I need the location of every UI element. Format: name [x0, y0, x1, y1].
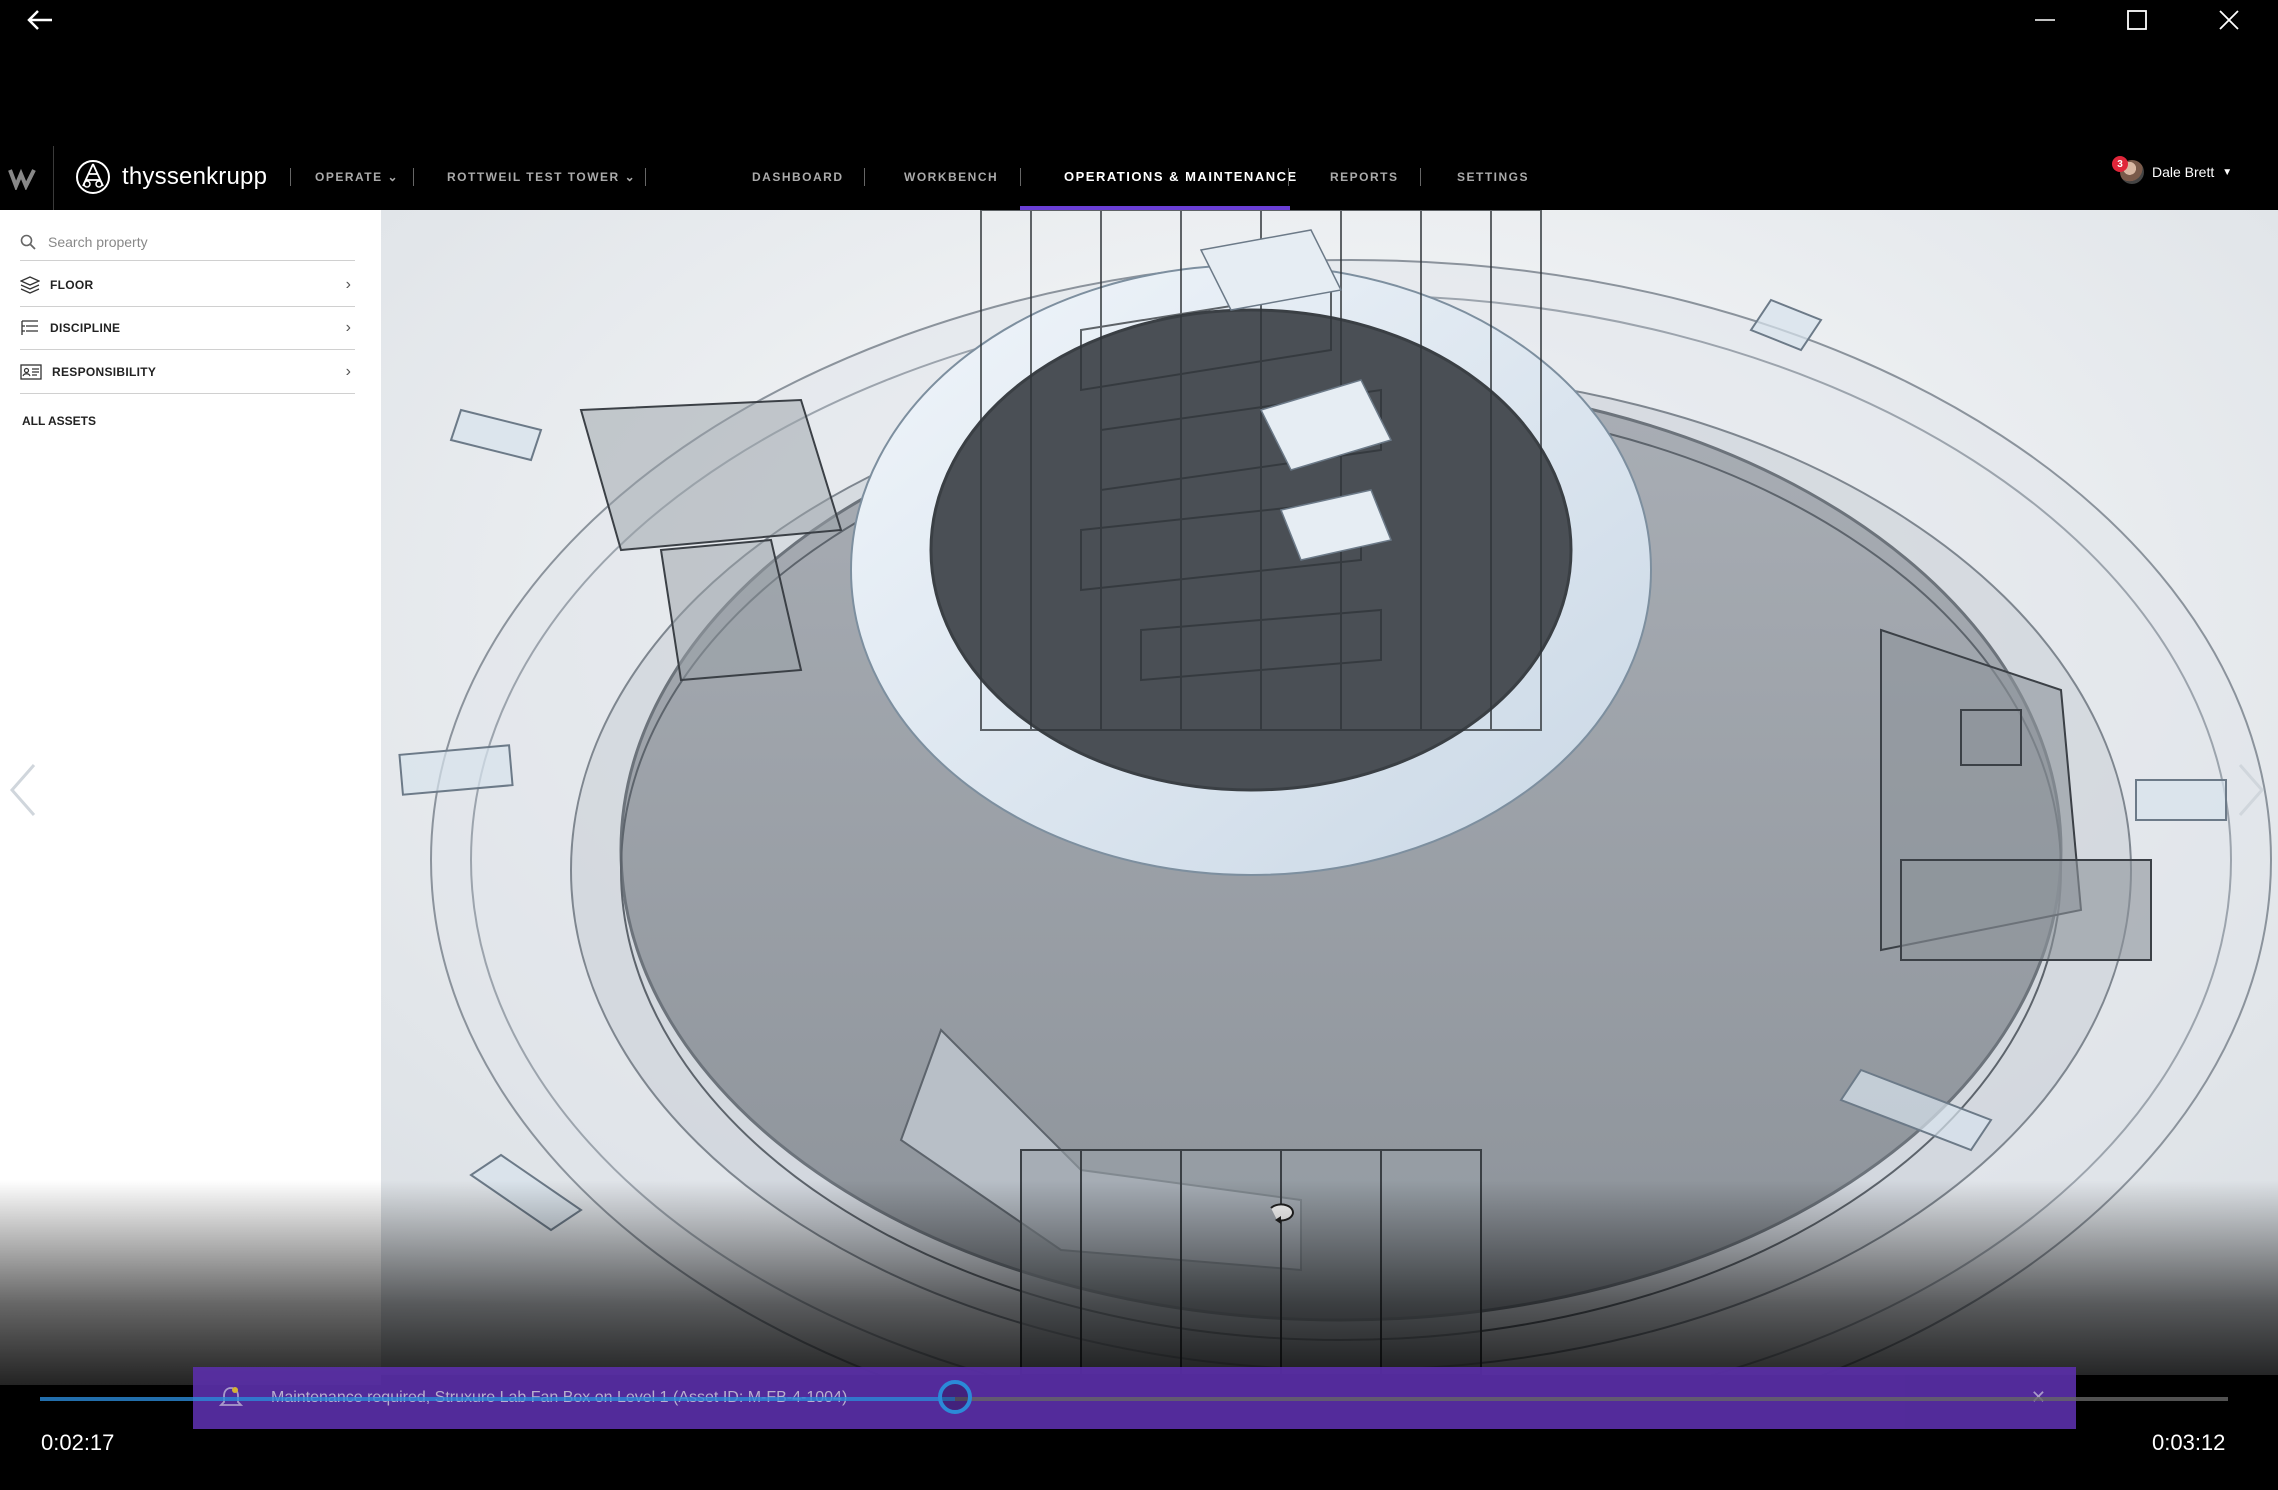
nav-property-dropdown[interactable]: ROTTWEIL TEST TOWER ⌄ — [447, 168, 636, 186]
maximize-icon — [2127, 10, 2147, 30]
notification-badge: 3 — [2112, 156, 2128, 172]
previous-arrow-icon[interactable] — [4, 760, 44, 820]
building-3d-model[interactable] — [381, 210, 2278, 1375]
property-search — [20, 224, 355, 261]
maximize-button[interactable] — [2092, 0, 2182, 40]
divider — [1420, 168, 1421, 186]
list-tree-icon — [21, 320, 38, 335]
filter-responsibility[interactable]: RESPONSIBILITY › — [20, 351, 355, 394]
tab-workbench[interactable]: WORKBENCH — [904, 168, 998, 186]
layers-icon — [20, 276, 40, 294]
video-seek-bar[interactable] — [40, 1397, 2228, 1401]
sidebar: FLOOR › DISCIPLINE › RESPONSIBILITY › AL… — [0, 210, 381, 1385]
seek-progress — [40, 1397, 955, 1401]
total-time: 0:03:12 — [2152, 1430, 2226, 1455]
close-window-button[interactable] — [2184, 0, 2274, 40]
back-button[interactable] — [0, 0, 80, 40]
divider — [645, 168, 646, 186]
minimize-icon — [2035, 19, 2055, 21]
thyssenkrupp-logo-icon — [76, 160, 110, 194]
divider — [53, 146, 54, 210]
filter-floor[interactable]: FLOOR › — [20, 264, 355, 307]
current-time: 0:02:17 — [41, 1430, 115, 1455]
brand-logo[interactable]: thyssenkrupp — [74, 158, 267, 196]
chevron-down-icon: ⌄ — [387, 170, 400, 184]
search-icon — [20, 234, 36, 250]
tab-operations-maintenance[interactable]: OPERATIONS & MAINTENANCE — [1064, 168, 1298, 186]
chevron-right-icon: › — [345, 363, 351, 380]
window-titlebar — [0, 0, 2278, 40]
caret-down-icon: ▼ — [2222, 166, 2233, 178]
divider — [1288, 168, 1289, 186]
filter-label: DISCIPLINE — [50, 321, 121, 335]
divider — [864, 168, 865, 186]
close-icon — [2219, 10, 2239, 30]
filter-label: RESPONSIBILITY — [52, 365, 157, 379]
tab-settings[interactable]: SETTINGS — [1457, 168, 1529, 186]
model-viewport[interactable] — [381, 210, 2278, 1375]
tab-dashboard[interactable]: DASHBOARD — [752, 168, 844, 186]
divider — [413, 168, 414, 186]
tab-reports[interactable]: REPORTS — [1330, 168, 1399, 186]
app-header: thyssenkrupp OPERATE ⌄ ROTTWEIL TEST TOW… — [0, 146, 2278, 211]
all-assets-link[interactable]: ALL ASSETS — [22, 414, 96, 428]
user-menu[interactable]: 3 Dale Brett ▼ — [2112, 156, 2233, 184]
back-arrow-icon — [27, 10, 52, 30]
next-arrow-icon[interactable] — [2230, 760, 2270, 820]
seek-handle[interactable] — [937, 1380, 972, 1414]
minimize-button[interactable] — [2000, 0, 2090, 40]
divider — [1020, 168, 1021, 186]
id-card-icon — [20, 364, 42, 380]
w-logo-icon — [8, 168, 36, 190]
search-input[interactable] — [46, 233, 340, 251]
brand-name: thyssenkrupp — [122, 163, 268, 190]
chevron-down-icon: ⌄ — [624, 170, 637, 184]
filter-label: FLOOR — [50, 278, 94, 292]
chevron-right-icon: › — [345, 319, 351, 336]
chevron-right-icon: › — [345, 276, 351, 293]
filter-discipline[interactable]: DISCIPLINE › — [20, 307, 355, 350]
avatar: 3 — [2112, 156, 2144, 184]
nav-operate-dropdown[interactable]: OPERATE ⌄ — [315, 168, 399, 186]
user-name: Dale Brett — [2152, 164, 2215, 180]
divider — [290, 168, 291, 186]
